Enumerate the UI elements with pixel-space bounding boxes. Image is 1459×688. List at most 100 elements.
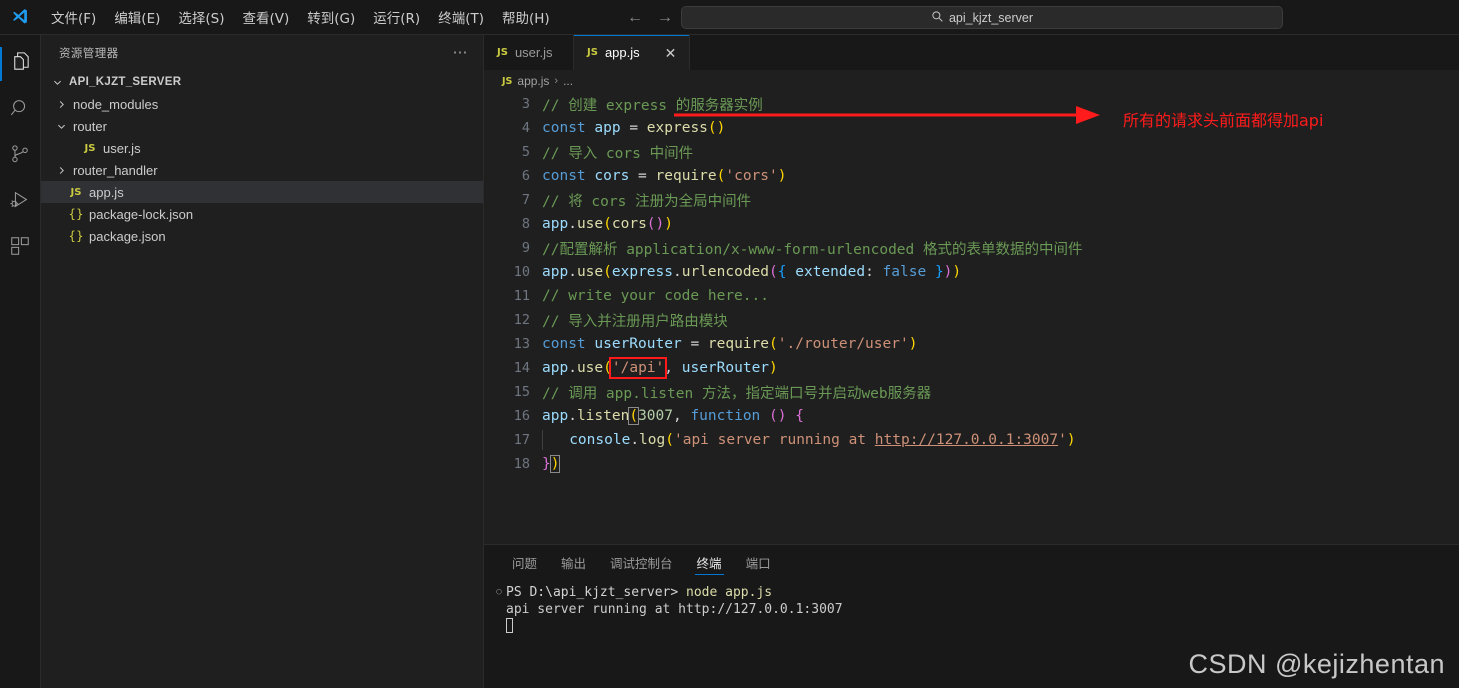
tree-item-router_handler[interactable]: router_handler bbox=[41, 159, 483, 181]
activity-run-debug[interactable] bbox=[0, 179, 41, 225]
vscode-window: 文件(F) 编辑(E) 选择(S) 查看(V) 转到(G) 运行(R) 终端(T… bbox=[0, 0, 1459, 688]
code-line-16: 16 app.listen(3007, function () { bbox=[484, 404, 1459, 428]
panel-tab-ports[interactable]: 端口 bbox=[734, 545, 783, 579]
tree-item-package-lock-json[interactable]: {} package-lock.json bbox=[41, 203, 483, 225]
tree-label: package-lock.json bbox=[89, 206, 194, 222]
tree-item-package-json[interactable]: {} package.json bbox=[41, 225, 483, 247]
breadcrumb: JS app.js › ... bbox=[484, 70, 1459, 92]
tab-app-js[interactable]: JS app.js ✕ bbox=[574, 35, 691, 70]
code-line-9: 9 //配置解析 application/x-www-form-urlencod… bbox=[484, 236, 1459, 260]
back-arrow-icon[interactable]: ← bbox=[624, 7, 646, 29]
panel-tab-problems[interactable]: 问题 bbox=[500, 545, 549, 579]
vscode-logo-icon bbox=[0, 0, 38, 35]
chevron-right-icon bbox=[53, 165, 69, 176]
menu-edit[interactable]: 编辑(E) bbox=[105, 3, 169, 31]
source-control-icon bbox=[9, 143, 31, 170]
code-content: // 将 cors 注册为全局中间件 bbox=[542, 193, 752, 210]
tree-label: router bbox=[73, 118, 107, 134]
code-line-12: 12 // 导入并注册用户路由模块 bbox=[484, 308, 1459, 332]
breadcrumb-tail[interactable]: ... bbox=[563, 74, 573, 88]
panel-tab-terminal[interactable]: 终端 bbox=[685, 545, 734, 579]
close-icon[interactable]: ✕ bbox=[665, 46, 677, 60]
breadcrumb-file[interactable]: app.js bbox=[517, 74, 549, 88]
tree-item-node_modules[interactable]: node_modules bbox=[41, 93, 483, 115]
tab-label: app.js bbox=[604, 45, 640, 60]
code-content: //配置解析 application/x-www-form-urlencoded… bbox=[542, 241, 1083, 258]
search-icon bbox=[931, 10, 944, 26]
code-line-13: 13 const userRouter = require('./router/… bbox=[484, 332, 1459, 356]
activity-explorer[interactable] bbox=[0, 41, 41, 87]
tree-label: package.json bbox=[89, 228, 166, 244]
line-number: 14 bbox=[513, 360, 530, 376]
code-content: app.use(cors()) bbox=[542, 216, 673, 232]
code-line-10: 10 app.use(express.urlencoded({ extended… bbox=[484, 260, 1459, 284]
code-content: app.use('/api', userRouter) bbox=[542, 357, 778, 379]
search-value: api_kjzt_server bbox=[948, 10, 1034, 25]
terminal-output-line: api server running at http://127.0.0.1:3… bbox=[492, 601, 1459, 618]
code-content: // 调用 app.listen 方法，指定端口号并启动web服务器 bbox=[542, 385, 932, 402]
tree-item-app-js[interactable]: JS app.js bbox=[41, 181, 483, 203]
activity-search[interactable] bbox=[0, 87, 41, 133]
line-number: 4 bbox=[521, 120, 530, 136]
tree-item-router[interactable]: router bbox=[41, 115, 483, 137]
annotation-text: 所有的请求头前面都得加api bbox=[1123, 111, 1324, 130]
explorer-sidebar: 资源管理器 ⋯ API_KJZT_SERVER node_modules rou… bbox=[41, 35, 484, 688]
activity-extensions[interactable] bbox=[0, 225, 41, 271]
tree-label: router_handler bbox=[73, 162, 158, 178]
panel-tab-output[interactable]: 输出 bbox=[549, 545, 598, 579]
file-tree: API_KJZT_SERVER node_modules router JS u… bbox=[41, 70, 483, 247]
code-line-5: 5 // 导入 cors 中间件 bbox=[484, 140, 1459, 164]
tab-user-js[interactable]: JS user.js bbox=[484, 35, 574, 70]
js-file-icon: JS bbox=[84, 142, 96, 154]
watermark: CSDN @kejizhentan bbox=[1188, 649, 1445, 679]
panel-tab-debug-console[interactable]: 调试控制台 bbox=[598, 545, 685, 579]
files-icon bbox=[9, 50, 32, 78]
ellipsis-icon[interactable]: ⋯ bbox=[453, 45, 470, 60]
menu-file[interactable]: 文件(F) bbox=[42, 3, 105, 31]
terminal-output[interactable]: ○ PS D:\api_kjzt_server> node app.js api… bbox=[484, 579, 1459, 633]
tree-item-user-js[interactable]: JS user.js bbox=[41, 137, 483, 159]
run-debug-icon bbox=[9, 189, 31, 216]
line-number: 11 bbox=[513, 288, 530, 304]
breadcrumb-separator: › bbox=[554, 75, 559, 87]
line-number: 5 bbox=[521, 144, 530, 160]
chevron-right-icon bbox=[53, 99, 69, 110]
explorer-header: 资源管理器 ⋯ bbox=[41, 35, 483, 70]
json-file-icon: {} bbox=[68, 229, 84, 243]
menu-view[interactable]: 查看(V) bbox=[234, 3, 299, 31]
tree-label: user.js bbox=[103, 140, 141, 156]
code-editor[interactable]: 3 // 创建 express 的服务器实例 4 const app = exp… bbox=[484, 92, 1459, 544]
code-content: const cors = require('cors') bbox=[542, 168, 787, 184]
terminal-cursor-line bbox=[492, 618, 1459, 633]
line-number: 3 bbox=[521, 96, 530, 112]
line-number: 7 bbox=[521, 192, 530, 208]
js-file-icon: JS bbox=[70, 186, 82, 198]
command-center-search[interactable]: api_kjzt_server bbox=[681, 6, 1283, 29]
js-file-icon: JS bbox=[497, 47, 508, 58]
chevron-down-icon bbox=[49, 77, 65, 88]
editor-area: JS user.js JS app.js ✕ JS app.js › ... 3… bbox=[484, 35, 1459, 688]
code-content: // write your code here... bbox=[542, 288, 769, 304]
code-content: }) bbox=[542, 455, 561, 473]
cursor-block-icon bbox=[506, 618, 513, 633]
line-number: 6 bbox=[521, 168, 530, 184]
activity-source-control[interactable] bbox=[0, 133, 41, 179]
code-content: const userRouter = require('./router/use… bbox=[542, 336, 918, 352]
menu-help[interactable]: 帮助(H) bbox=[493, 3, 559, 31]
activity-bar bbox=[0, 35, 41, 688]
menu-goto[interactable]: 转到(G) bbox=[298, 3, 364, 31]
json-file-icon: {} bbox=[68, 207, 84, 221]
menu-terminal[interactable]: 终端(T) bbox=[429, 3, 493, 31]
extensions-icon bbox=[9, 235, 31, 262]
code-line-18: 18 }) bbox=[484, 452, 1459, 476]
terminal-prompt: PS D:\api_kjzt_server> bbox=[506, 585, 679, 600]
menu-run[interactable]: 运行(R) bbox=[364, 3, 429, 31]
line-number: 12 bbox=[513, 312, 530, 328]
terminal-command: node app.js bbox=[686, 585, 773, 600]
code-line-11: 11 // write your code here... bbox=[484, 284, 1459, 308]
code-content: app.listen(3007, function () { bbox=[542, 407, 804, 425]
menu-select[interactable]: 选择(S) bbox=[169, 3, 233, 31]
chevron-down-icon bbox=[53, 121, 69, 132]
tree-item-root[interactable]: API_KJZT_SERVER bbox=[41, 71, 483, 93]
forward-arrow-icon[interactable]: → bbox=[654, 7, 676, 29]
